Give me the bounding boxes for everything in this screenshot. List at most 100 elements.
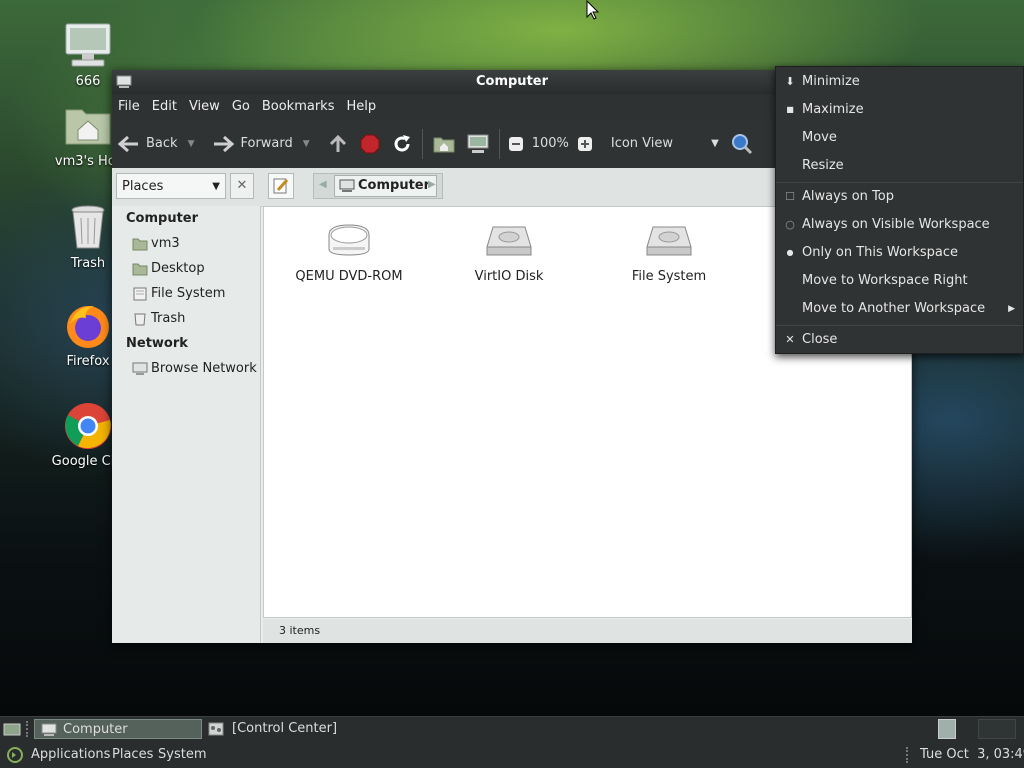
- radio-off-icon: ○: [785, 218, 795, 231]
- task-button-computer[interactable]: Computer: [34, 719, 202, 739]
- menu-item-always-on-visible-workspace[interactable]: ○ Always on Visible Workspace: [776, 211, 1023, 239]
- menu-applications[interactable]: Applications: [31, 747, 110, 762]
- close-icon: ✕: [236, 178, 248, 193]
- view-mode-select[interactable]: Icon View ▼: [605, 126, 725, 162]
- stop-icon: [360, 134, 380, 153]
- back-button[interactable]: Back ▼: [112, 126, 200, 162]
- workspace-1[interactable]: [938, 719, 956, 739]
- reload-icon: [394, 134, 410, 151]
- arrow-up-icon: [329, 134, 346, 152]
- file-item-dvd[interactable]: QEMU DVD-ROM: [274, 221, 424, 284]
- menu-item-always-on-top[interactable]: ☐ Always on Top: [776, 183, 1023, 211]
- chevron-left-icon[interactable]: ◀: [319, 179, 327, 190]
- clock[interactable]: Tue Oct 3, 03:49: [920, 747, 1024, 762]
- up-button[interactable]: [322, 126, 354, 162]
- search-icon: [731, 133, 752, 154]
- computer-button[interactable]: [461, 126, 495, 162]
- menu-file[interactable]: File: [112, 99, 146, 114]
- toolbar-separator: [421, 128, 423, 159]
- menu-item-close[interactable]: ✕ Close: [776, 326, 1023, 354]
- menu-item-label: Always on Top: [802, 189, 894, 204]
- computer-icon[interactable]: [116, 74, 132, 88]
- firefox-icon: [64, 302, 112, 350]
- forward-button[interactable]: Forward ▼: [206, 126, 315, 162]
- menu-view[interactable]: View: [183, 99, 226, 114]
- computer-icon: [339, 179, 355, 192]
- close-icon: ✕: [785, 333, 795, 346]
- sidebar-item-label: vm3: [151, 236, 180, 251]
- menu-edit[interactable]: Edit: [146, 99, 183, 114]
- menu-item-maximize[interactable]: ■ Maximize: [776, 96, 1023, 124]
- computer-icon: [467, 134, 489, 153]
- edit-location-button[interactable]: [268, 173, 294, 199]
- chevron-down-icon[interactable]: ▼: [188, 139, 195, 149]
- arrow-left-icon: [118, 135, 138, 152]
- close-sidebar-button[interactable]: ✕: [230, 173, 254, 199]
- menu-item-move[interactable]: Move: [776, 124, 1023, 152]
- checkbox-icon: ☐: [785, 190, 795, 203]
- mate-logo-icon[interactable]: [6, 746, 24, 764]
- menu-item-label: Maximize: [802, 102, 864, 117]
- sidebar-item-label: Desktop: [151, 261, 205, 276]
- places-sidebar: Computer vm3 Desktop File System Trash N…: [112, 206, 261, 643]
- sidebar-item-trash[interactable]: Trash: [112, 306, 260, 331]
- home-folder-icon: [132, 238, 148, 250]
- sidebar-item-vm3[interactable]: vm3: [112, 231, 260, 256]
- chevron-down-icon: ▼: [212, 181, 220, 192]
- menu-item-label: Move: [802, 130, 837, 145]
- toolbar-separator: [498, 128, 500, 159]
- home-button[interactable]: [427, 126, 461, 162]
- task-label: [Control Center]: [232, 721, 338, 736]
- stop-button[interactable]: [354, 126, 386, 162]
- menu-item-minimize[interactable]: ⬇ Minimize: [776, 68, 1023, 96]
- reload-button[interactable]: [386, 126, 418, 162]
- task-button-control-center[interactable]: [Control Center]: [204, 719, 504, 739]
- home-folder-icon: [64, 102, 112, 150]
- menu-item-resize[interactable]: Resize: [776, 152, 1023, 180]
- menu-item-move-to-workspace-right[interactable]: Move to Workspace Right: [776, 267, 1023, 295]
- menu-system[interactable]: System: [158, 747, 206, 762]
- control-center-icon: [208, 722, 224, 736]
- zoom-in-button[interactable]: [573, 126, 597, 162]
- menu-item-only-on-this-workspace[interactable]: ● Only on This Workspace: [776, 239, 1023, 267]
- sidebar-item-browse-network[interactable]: Browse Network: [112, 356, 260, 381]
- places-combo-label: Places: [122, 179, 164, 194]
- menu-help[interactable]: Help: [340, 99, 382, 114]
- menu-go[interactable]: Go: [226, 99, 256, 114]
- breadcrumb-item-computer[interactable]: Computer: [334, 175, 438, 197]
- radio-on-icon: ●: [786, 248, 794, 257]
- status-bar: 3 items: [263, 619, 912, 643]
- sidebar-item-desktop[interactable]: Desktop: [112, 256, 260, 281]
- chevron-down-icon[interactable]: ▼: [303, 139, 310, 149]
- show-desktop-button[interactable]: [2, 719, 22, 739]
- menu-places[interactable]: Places: [112, 747, 153, 762]
- computer-icon: [64, 22, 112, 70]
- panel-handle: [26, 721, 31, 737]
- file-item-file-system[interactable]: File System: [594, 221, 744, 284]
- zoom-out-button[interactable]: [504, 126, 528, 162]
- menu-item-label: Move to Workspace Right: [802, 273, 968, 288]
- file-label: VirtIO Disk: [474, 269, 544, 284]
- sidebar-item-label: Browse Network: [151, 361, 257, 376]
- network-icon: [132, 362, 148, 375]
- hard-disk-icon: [645, 221, 693, 261]
- workspace-switcher[interactable]: [938, 719, 1018, 739]
- file-item-virtio-disk[interactable]: VirtIO Disk: [434, 221, 584, 284]
- chevron-right-icon[interactable]: ▶: [428, 179, 436, 190]
- search-button[interactable]: [725, 126, 759, 162]
- menu-bookmarks[interactable]: Bookmarks: [256, 99, 341, 114]
- trash-icon: [64, 204, 112, 252]
- menu-item-label: Resize: [802, 158, 844, 173]
- task-label: Computer: [63, 722, 128, 737]
- sidebar-item-file-system[interactable]: File System: [112, 281, 260, 306]
- workspace-2[interactable]: [978, 719, 1016, 739]
- breadcrumb: ◀ Computer ▶: [313, 173, 443, 199]
- menu-item-move-to-another-workspace[interactable]: Move to Another Workspace ▶: [776, 295, 1023, 323]
- chrome-icon: [64, 402, 112, 450]
- window-title: Computer: [475, 74, 549, 89]
- forward-label: Forward: [240, 136, 293, 151]
- zoom-level[interactable]: 100%: [528, 126, 573, 162]
- window-context-menu: ⬇ Minimize ■ Maximize Move Resize ☐ Alwa…: [775, 66, 1024, 354]
- mouse-cursor-icon: [586, 0, 600, 24]
- places-combo[interactable]: Places ▼: [116, 173, 226, 199]
